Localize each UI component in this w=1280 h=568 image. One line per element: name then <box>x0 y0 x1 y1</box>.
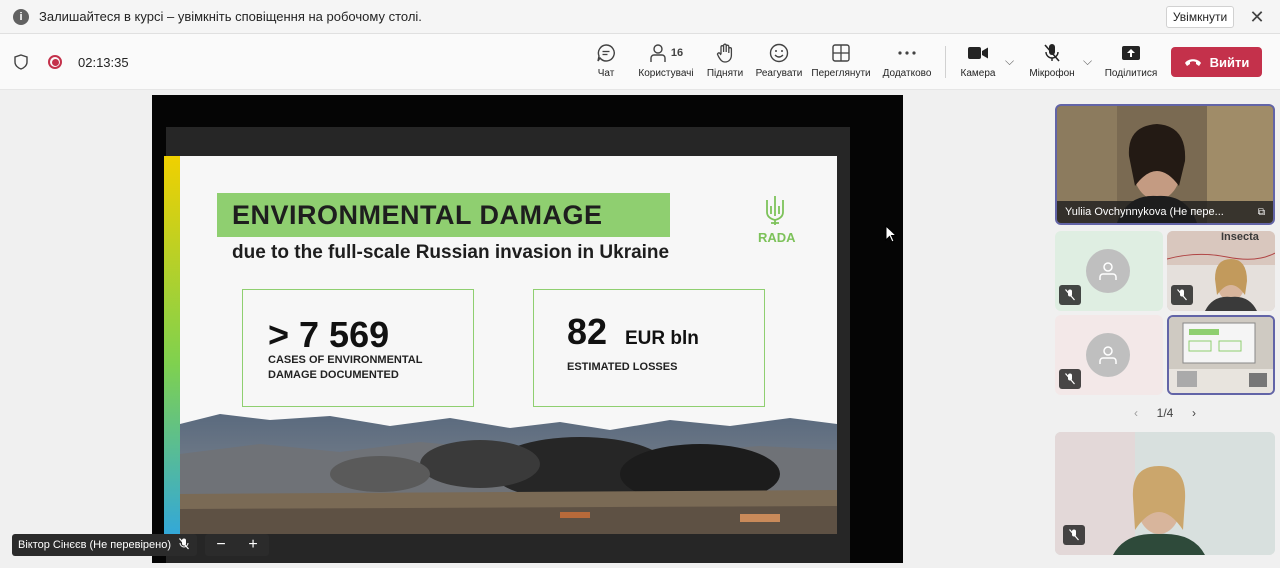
person-icon <box>1099 262 1117 280</box>
zoom-out-button[interactable]: − <box>216 536 225 554</box>
mouse-cursor-icon <box>885 225 897 243</box>
leave-label: Вийти <box>1209 54 1250 70</box>
avatar <box>1086 333 1130 377</box>
zoom-in-button[interactable]: + <box>248 536 257 554</box>
stat-cases-caption-line2: DAMAGE DOCUMENTED <box>268 369 399 381</box>
people-icon: 16 <box>649 42 683 64</box>
more-button[interactable]: Додатково <box>880 42 934 86</box>
people-label: Користувачі <box>638 68 694 79</box>
stat-losses-unit: EUR bln <box>625 328 699 349</box>
hang-up-icon <box>1184 54 1202 70</box>
mic-off-icon <box>179 537 189 553</box>
notification-bar: i Залишайтеся в курсі – увімкніть сповіщ… <box>0 0 1280 34</box>
previous-page-chevron-icon[interactable]: ‹ <box>1134 406 1138 420</box>
participant-video <box>1169 317 1273 393</box>
share-screen-icon <box>1121 42 1141 64</box>
mic-off-icon <box>1171 285 1193 305</box>
mic-off-icon <box>1059 369 1081 389</box>
enable-notifications-button[interactable]: Увімкнути <box>1166 6 1234 28</box>
more-label: Додатково <box>882 68 932 79</box>
person-icon <box>1099 346 1117 364</box>
next-page-chevron-icon[interactable]: › <box>1192 406 1196 420</box>
meeting-timer: 02:13:35 <box>78 54 129 70</box>
stat-losses-value: 82 <box>567 311 608 352</box>
view-label: Переглянути <box>811 68 871 79</box>
meeting-toolbar: 02:13:35 Чат 16 Користувачі Підняти Реаг… <box>0 34 1280 90</box>
slide-color-bar <box>164 156 180 534</box>
participant-tile-4[interactable] <box>1055 315 1163 395</box>
microphone-button[interactable]: Мікрофон <box>1026 42 1078 86</box>
chat-label: Чат <box>597 68 615 79</box>
camera-label: Камера <box>960 68 996 79</box>
camera-icon <box>967 42 989 64</box>
trident-icon <box>766 196 784 225</box>
mic-off-icon <box>1043 42 1061 64</box>
slide-subtitle: due to the full-scale Russian invasion i… <box>232 242 670 263</box>
avatar <box>1086 249 1130 293</box>
self-view-video <box>1055 432 1275 555</box>
raise-hand-icon <box>716 42 734 64</box>
camera-button[interactable]: Камера <box>958 42 998 86</box>
people-button[interactable]: 16 Користувачі <box>636 42 696 86</box>
participant-tile-main[interactable]: Yuliia Ovchynnykova (Не пере... ⧉ <box>1055 104 1275 225</box>
close-icon[interactable]: ✕ <box>1248 8 1266 26</box>
chat-icon <box>596 42 616 64</box>
share-label: Поділитися <box>1104 68 1158 79</box>
view-button[interactable]: Переглянути <box>811 42 871 86</box>
shield-icon[interactable] <box>14 54 28 70</box>
mic-off-icon <box>1063 525 1085 545</box>
react-label: Реагувати <box>755 68 803 79</box>
toolbar-divider <box>945 46 946 78</box>
slide-title: ENVIRONMENTAL DAMAGE <box>232 200 603 230</box>
raise-hand-button[interactable]: Підняти <box>705 42 745 86</box>
stat-losses-caption: ESTIMATED LOSSES <box>567 361 678 373</box>
smiley-icon <box>769 42 789 64</box>
participant-tile-2[interactable] <box>1055 231 1163 311</box>
stat-cases-caption-line1: CASES OF ENVIRONMENTAL <box>268 354 423 366</box>
speaker-name-label: Віктор Сінєєв (Не перевірено) <box>12 534 197 556</box>
presentation-slide: ENVIRONMENTAL DAMAGE due to the full-sca… <box>164 156 837 534</box>
background-sign-text: Insecta <box>1221 231 1259 243</box>
stat-cases-value: > 7 569 <box>268 314 390 355</box>
mic-options-chevron-icon[interactable]: ⌵ <box>1083 54 1092 69</box>
recording-icon <box>48 55 62 69</box>
self-view-tile[interactable] <box>1055 432 1275 555</box>
rada-logo-text: RADA <box>758 230 796 245</box>
react-button[interactable]: Реагувати <box>754 42 804 86</box>
microphone-label: Мікрофон <box>1029 68 1075 79</box>
participant-tile-5[interactable] <box>1167 315 1275 395</box>
more-icon <box>898 42 916 64</box>
page-indicator: 1/4 <box>1156 406 1174 420</box>
participant-name-label: Yuliia Ovchynnykova (Не пере... ⧉ <box>1057 201 1273 223</box>
notification-message: Залишайтеся в курсі – увімкніть сповіщен… <box>39 9 422 24</box>
participant-pager: ‹ 1/4 › <box>1134 405 1196 421</box>
speaker-name: Віктор Сінєєв (Не перевірено) <box>18 539 171 551</box>
info-icon: i <box>13 8 29 25</box>
raise-hand-label: Підняти <box>706 68 744 79</box>
pin-icon[interactable]: ⧉ <box>1258 207 1265 218</box>
leave-button[interactable]: Вийти <box>1171 47 1262 77</box>
participant-tile-3[interactable]: Insecta <box>1167 231 1275 311</box>
people-count: 16 <box>670 47 684 59</box>
mic-off-icon <box>1059 285 1081 305</box>
participant-name: Yuliia Ovchynnykova (Не пере... <box>1065 206 1224 218</box>
camera-options-chevron-icon[interactable]: ⌵ <box>1005 54 1014 69</box>
share-button[interactable]: Поділитися <box>1102 42 1160 86</box>
grid-view-icon <box>832 42 850 64</box>
zoom-controls: − + <box>205 534 269 556</box>
chat-button[interactable]: Чат <box>590 42 622 86</box>
smoke-landscape-photo <box>180 414 837 534</box>
